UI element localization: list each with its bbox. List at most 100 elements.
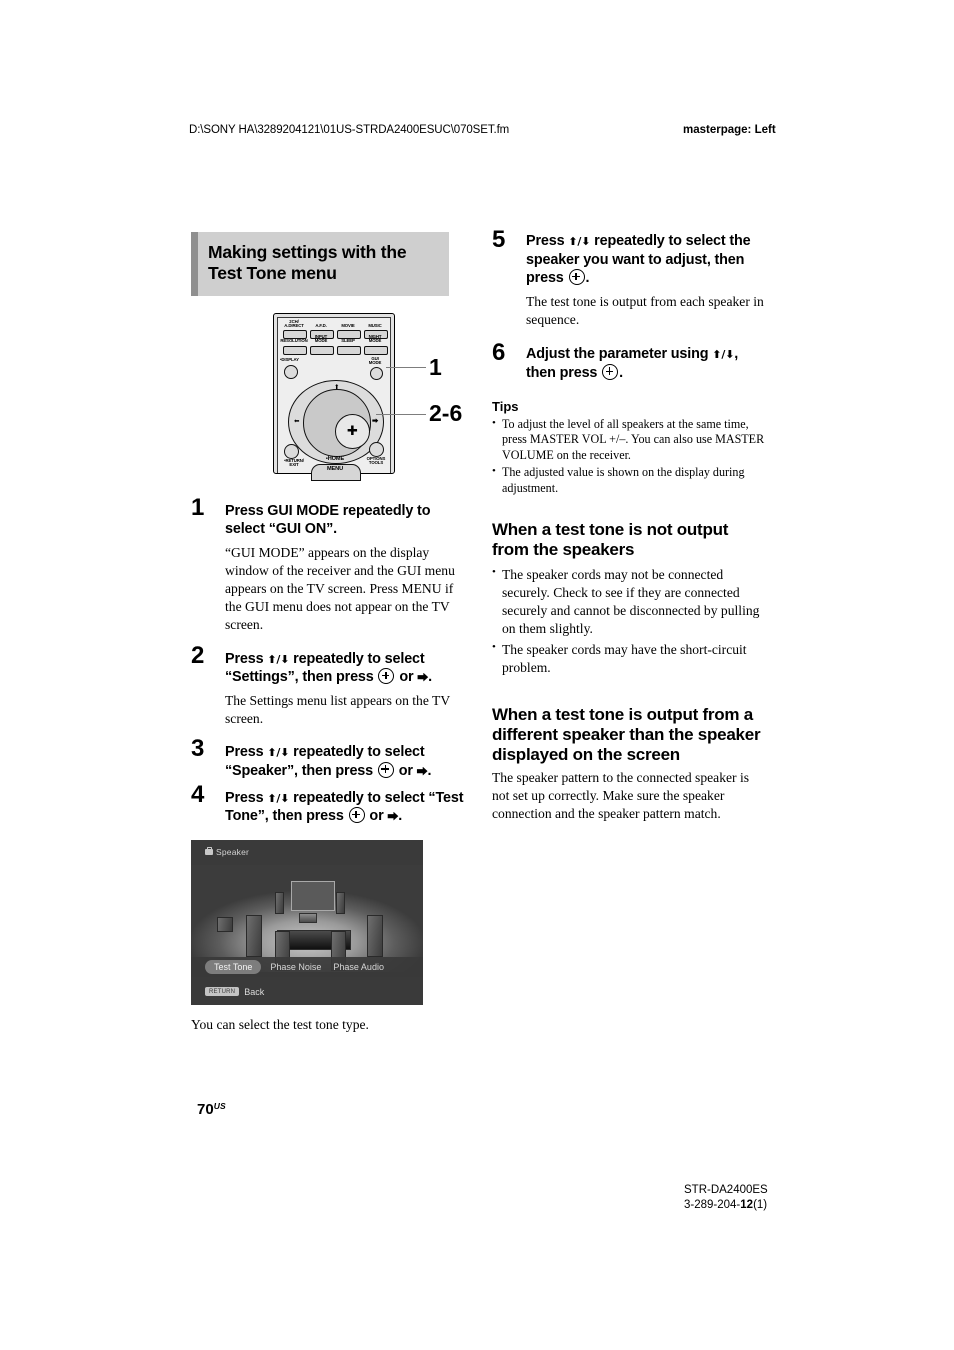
surround-back-left-speaker-icon — [275, 891, 284, 914]
doc-code-revision: 12 — [740, 1198, 754, 1211]
right-arrow-icon: ⮕ — [416, 764, 428, 778]
subwoofer-icon — [217, 916, 233, 932]
step-5-number: 5 — [492, 226, 506, 253]
step-2-body: The Settings menu list appears on the TV… — [225, 692, 450, 727]
step-3-text-c: or — [394, 762, 417, 779]
remote-body: 2CH/ A.DIRECT A.F.D. MOVIE MUSIC RESOLUT… — [273, 312, 395, 481]
step-5-text-a: Press — [526, 233, 569, 249]
callout-line-1 — [386, 366, 426, 368]
step-3-number: 3 — [191, 735, 205, 763]
figure-caption: You can select the test tone type. — [191, 1016, 369, 1032]
remote-control-figure: 2CH/ A.DIRECT A.F.D. MOVIE MUSIC RESOLUT… — [191, 310, 467, 482]
enter-plus-icon: ✚ — [347, 423, 358, 439]
step-5-text-d: . — [585, 270, 590, 287]
front-left-speaker-icon — [246, 914, 262, 957]
left-column: Making settings with the Test Tone menu … — [191, 232, 467, 1033]
step-4: 4 Press ⬆/⬇ repeatedly to select “Test T… — [191, 782, 467, 826]
section-different-speaker-heading: When a test tone is output from a differ… — [492, 705, 761, 765]
step-3-text-d: . — [427, 762, 432, 779]
step-2-text-a: Press — [225, 650, 268, 667]
remote-button-input-mode[interactable] — [310, 345, 334, 355]
section-test-tone-not-output: When a test tone is not output from the … — [492, 520, 768, 677]
remote-label-sleep: SLEEP — [341, 337, 355, 343]
remote-label-return-exit: •RETURN/ EXIT — [284, 457, 304, 467]
step-4-text-a: Press — [225, 789, 268, 806]
updown-arrow-icon: ⬆/⬇ — [267, 746, 290, 760]
list-item: The speaker cords may not be connected s… — [492, 565, 768, 638]
remote-label-movie: MOVIE — [341, 322, 355, 328]
updown-arrow-icon: ⬆/⬇ — [568, 235, 591, 248]
remote-button-night-mode[interactable] — [364, 345, 388, 355]
callout-number-1: 1 — [429, 353, 442, 380]
section-not-output-list: The speaker cords may not be connected s… — [492, 565, 768, 677]
remote-dpad-ring[interactable]: ✚ — [303, 388, 371, 457]
tips-heading: Tips — [492, 398, 519, 414]
step-2-number: 2 — [191, 641, 205, 669]
section-different-speaker: When a test tone is output from a differ… — [492, 705, 768, 823]
updown-arrow-icon: ⬆/⬇ — [712, 348, 735, 362]
tips-block: Tips To adjust the level of all speakers… — [492, 399, 768, 497]
tv-speaker-layout — [191, 864, 423, 972]
step-5-body: The test tone is output from each speake… — [526, 294, 764, 328]
speaker-bag-icon — [205, 846, 213, 855]
front-right-speaker-icon — [367, 914, 383, 957]
step-3-text-a: Press — [225, 744, 268, 761]
step-5: 5 Press ⬆/⬇ repeatedly to select the spe… — [492, 228, 768, 329]
step-3-heading: Press ⬆/⬇ repeatedly to select “Speaker”… — [225, 743, 467, 780]
center-speaker-icon — [299, 912, 317, 923]
remote-button-sleep[interactable] — [337, 345, 361, 355]
dpad-left-icon: ⬅ — [294, 416, 300, 425]
tv-back-label: Back — [244, 986, 265, 997]
tv-tab-phase-audio[interactable]: Phase Audio — [333, 962, 384, 972]
doc-code-suffix: (1) — [753, 1198, 768, 1211]
tv-tab-phase-noise[interactable]: Phase Noise — [270, 962, 321, 972]
step-1-heading: Press GUI MODE repeatedly to select “GUI… — [225, 502, 431, 538]
masterpage-header: masterpage: Left — [683, 124, 776, 136]
page-number: 70US — [197, 1101, 226, 1118]
step-2-heading: Press ⬆/⬇ repeatedly to select “Settings… — [225, 650, 467, 687]
enter-button-icon — [348, 807, 365, 824]
footer-doc-code: 3-289-204-12(1) — [684, 1198, 768, 1213]
step-1-body: “GUI MODE” appears on the display window… — [225, 545, 455, 633]
tips-list-item: The adjusted value is shown on the displ… — [492, 464, 768, 496]
step-1-number: 1 — [191, 493, 205, 521]
list-item: The speaker cords may have the short-cir… — [492, 640, 768, 677]
step-6-text-a: Adjust the parameter using — [526, 346, 713, 363]
remote-button-return-exit[interactable] — [284, 443, 299, 459]
return-key-badge: RETURN — [205, 987, 240, 997]
remote-label-menu: MENU — [326, 465, 344, 472]
remote-label-resolution: RESOLUTION — [280, 337, 308, 343]
remote-label-home: •HOME — [325, 455, 345, 462]
remote-button-display[interactable] — [284, 364, 298, 379]
tv-back-row[interactable]: RETURN Back — [191, 983, 423, 1001]
tv-tab-bar: Test Tone Phase Noise Phase Audio — [191, 956, 423, 977]
remote-button-gui-mode[interactable] — [370, 366, 383, 380]
remote-label-night-mode: NIGHT MODE — [368, 333, 382, 343]
step-5-heading: Press ⬆/⬇ repeatedly to select the speak… — [526, 232, 768, 288]
tv-screen-figure: Speaker Test Tone Phase Noise Phase Audi… — [191, 839, 423, 1005]
remote-button-options-tools[interactable] — [369, 441, 384, 457]
enter-button-icon — [602, 364, 619, 381]
updown-arrow-icon: ⬆/⬇ — [267, 652, 290, 666]
file-path-header: D:\SONY HA\3289204121\01US-STRDA2400ESUC… — [189, 124, 510, 136]
remote-button-resolution[interactable] — [283, 345, 307, 355]
step-1: 1 Press GUI MODE repeatedly to select “G… — [191, 495, 467, 635]
step-2-text-d: . — [428, 669, 432, 686]
footer-model: STR-DA2400ES — [684, 1184, 768, 1196]
doc-code-prefix: 3-289-204- — [684, 1198, 741, 1211]
step-4-text-d: . — [398, 808, 403, 825]
section-banner: Making settings with the Test Tone menu — [191, 232, 449, 296]
footer-model-info: STR-DA2400ES 3-289-204-12(1) — [684, 1183, 768, 1212]
callout-number-2-6: 2-6 — [429, 399, 463, 426]
step-3: 3 Press ⬆/⬇ repeatedly to select “Speake… — [191, 737, 467, 780]
tv-tab-test-tone[interactable]: Test Tone — [205, 959, 262, 974]
callout-line-2-6 — [376, 413, 426, 415]
section-different-speaker-body: The speaker pattern to the connected spe… — [492, 770, 750, 822]
remote-label-2ch-adirect: 2CH/ A.DIRECT — [284, 318, 304, 328]
tv-screen-title: Speaker — [205, 846, 250, 857]
step-4-text-c: or — [365, 808, 388, 825]
remote-label-music: MUSIC — [368, 322, 382, 328]
remote-enter-button[interactable]: ✚ — [335, 413, 370, 449]
enter-button-icon — [378, 668, 395, 685]
tv-screen-title-label: Speaker — [216, 846, 250, 857]
